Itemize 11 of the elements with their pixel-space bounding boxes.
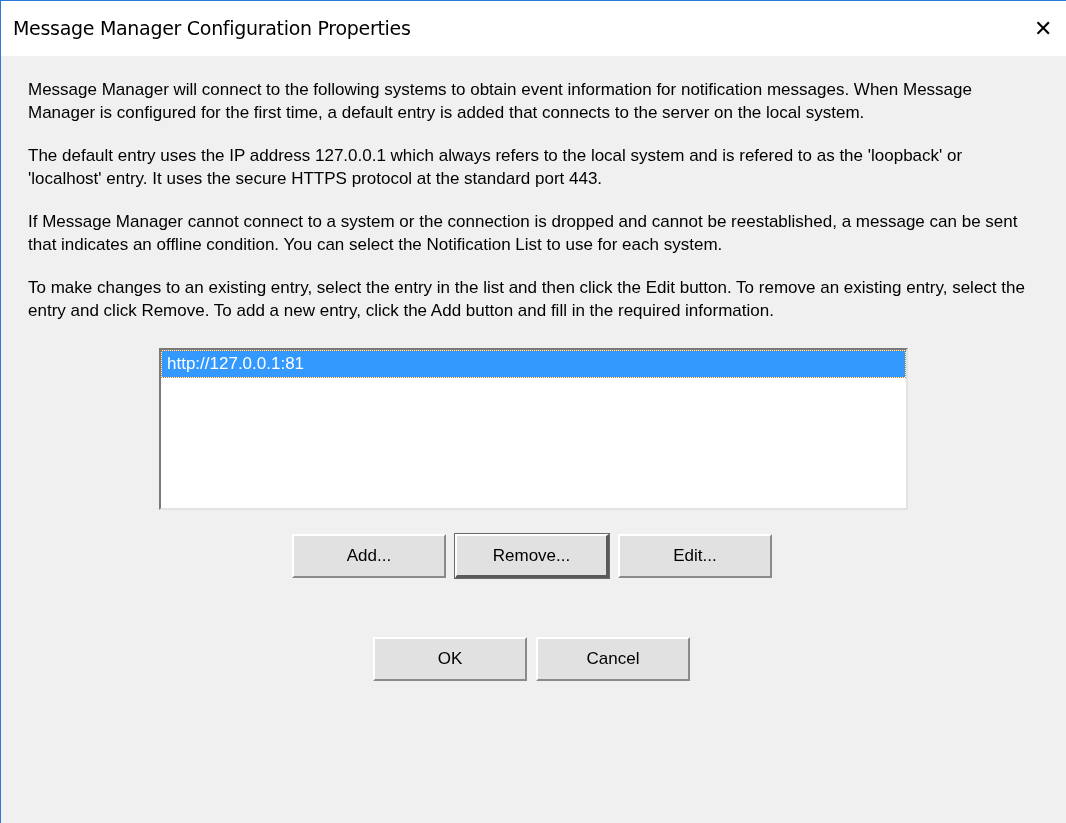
dialog-button[interactable]: Cancel [536, 637, 690, 681]
window-title: Message Manager Configuration Properties [13, 16, 411, 42]
close-button[interactable]: ✕ [1034, 17, 1052, 40]
list-action-button[interactable]: Edit... [618, 534, 772, 578]
list-action-button[interactable]: Add... [292, 534, 446, 578]
description-paragraph: The default entry uses the IP address 127.0.0.1 which always refers to the local system and is refered to as the 'loopback' or 'localhost' entry. It uses the secure HTTPS protocol at the standard port 443. [28, 145, 964, 190]
description-paragraph: Message Manager will connect to the following systems to obtain event information for notification messages. When Message Manager is configured for the first time, a default entry is added that connects to the server on the local system. [28, 79, 973, 124]
dialog-button[interactable]: OK [373, 637, 527, 681]
list-action-button[interactable]: Remove... [455, 534, 609, 578]
description-paragraph: If Message Manager cannot connect to a system or the connection is dropped and cannot be reestablished, a message can be sent that indicates an offline condition. You can select the Notification List to use for each system. [28, 211, 1019, 256]
description-paragraph: To make changes to an existing entry, select the entry in the list and then click the Edit button. To remove an existing entry, select the entry and click Remove. To add a new entry, click the Add button and fill in the required information. [28, 277, 1026, 322]
